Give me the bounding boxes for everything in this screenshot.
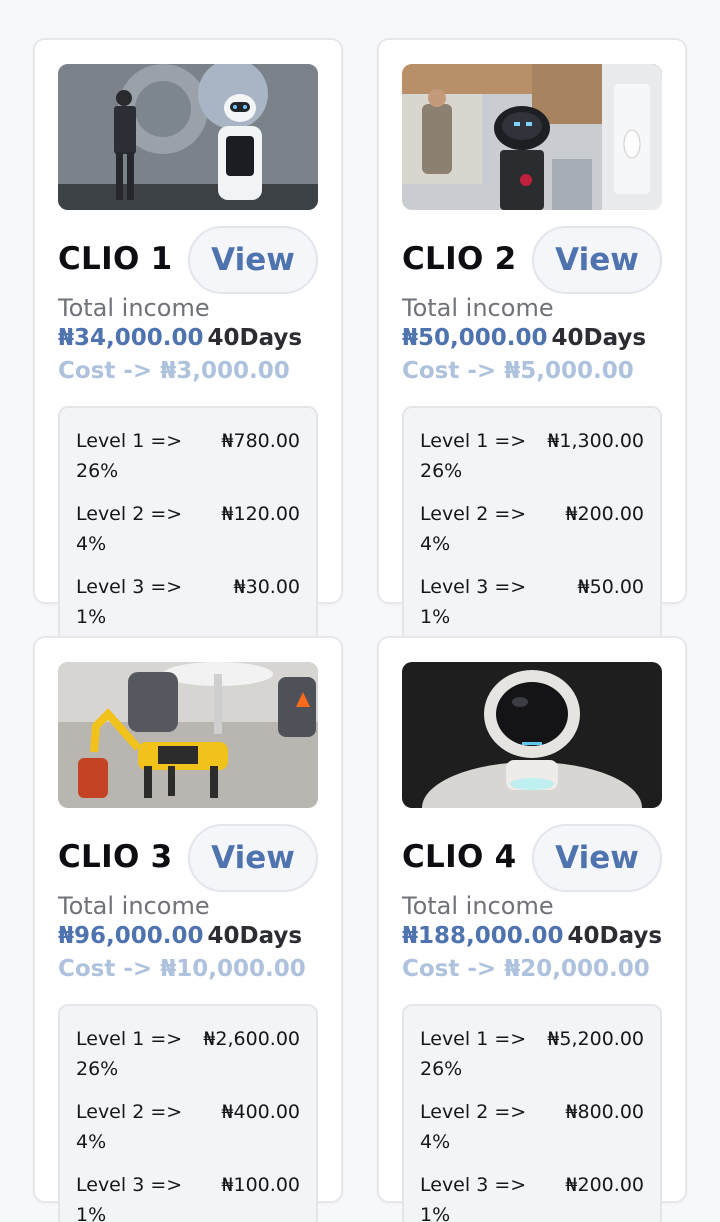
level-label: Level 3 => 1% bbox=[420, 1174, 527, 1222]
product-image bbox=[402, 662, 662, 808]
level-value: ₦100.00 bbox=[221, 1174, 300, 1196]
level-label: Level 1 => 26% bbox=[420, 1028, 527, 1080]
level-row: Level 3 => 1% ₦200.00 bbox=[420, 1170, 644, 1222]
income-line: ₦34,000.00 40Days bbox=[58, 325, 302, 351]
duration: 40Days bbox=[567, 923, 663, 949]
level-label: Level 3 => 1% bbox=[76, 576, 183, 628]
level-row: Level 3 => 1% ₦30.00 bbox=[76, 572, 300, 632]
view-button[interactable]: View bbox=[532, 824, 662, 892]
levels-box: Level 1 => 26% ₦780.00 Level 2 => 4% ₦12… bbox=[58, 406, 318, 648]
level-row: Level 2 => 4% ₦120.00 bbox=[76, 499, 300, 559]
cost-text: Cost -> ₦10,000.00 bbox=[58, 956, 306, 982]
speaker-robot-photo bbox=[58, 64, 318, 210]
income-line: ₦96,000.00 40Days bbox=[58, 923, 302, 949]
duration: 40Days bbox=[207, 923, 303, 949]
level-value: ₦30.00 bbox=[233, 576, 300, 598]
level-value: ₦1,300.00 bbox=[547, 430, 644, 452]
total-income-label: Total income bbox=[402, 892, 554, 920]
product-image bbox=[58, 64, 318, 210]
level-label: Level 2 => 4% bbox=[420, 1101, 527, 1153]
level-row: Level 3 => 1% ₦100.00 bbox=[76, 1170, 300, 1222]
product-image bbox=[58, 662, 318, 808]
level-label: Level 2 => 4% bbox=[76, 503, 183, 555]
product-name: CLIO 4 bbox=[402, 839, 517, 875]
level-label: Level 2 => 4% bbox=[420, 503, 527, 555]
total-income-label: Total income bbox=[402, 294, 554, 322]
product-name: CLIO 3 bbox=[58, 839, 173, 875]
income-amount: ₦34,000.00 bbox=[58, 325, 204, 351]
level-label: Level 1 => 26% bbox=[420, 430, 527, 482]
product-card: CLIO 4 View Total income ₦188,000.00 40Da… bbox=[377, 636, 687, 1222]
level-row: Level 2 => 4% ₦400.00 bbox=[76, 1097, 300, 1157]
income-line: ₦50,000.00 40Days bbox=[402, 325, 646, 351]
level-row: Level 3 => 1% ₦50.00 bbox=[420, 572, 644, 632]
level-row: Level 1 => 26% ₦5,200.00 bbox=[420, 1024, 644, 1084]
level-value: ₦200.00 bbox=[565, 503, 644, 525]
level-value: ₦5,200.00 bbox=[547, 1028, 644, 1050]
level-value: ₦50.00 bbox=[577, 576, 644, 598]
level-row: Level 1 => 26% ₦2,600.00 bbox=[76, 1024, 300, 1084]
cost-text: Cost -> ₦20,000.00 bbox=[402, 956, 650, 982]
total-income-label: Total income bbox=[58, 892, 210, 920]
income-amount: ₦50,000.00 bbox=[402, 325, 548, 351]
level-row: Level 1 => 26% ₦1,300.00 bbox=[420, 426, 644, 486]
humanoid-robot-photo bbox=[402, 662, 662, 808]
income-amount: ₦96,000.00 bbox=[58, 923, 204, 949]
level-value: ₦800.00 bbox=[565, 1101, 644, 1123]
total-income-label: Total income bbox=[58, 294, 210, 322]
level-row: Level 1 => 26% ₦780.00 bbox=[76, 426, 300, 486]
level-label: Level 3 => 1% bbox=[420, 576, 527, 628]
expo-robot-photo bbox=[402, 64, 662, 210]
level-value: ₦2,600.00 bbox=[203, 1028, 300, 1050]
product-name: CLIO 2 bbox=[402, 241, 517, 277]
level-row: Level 2 => 4% ₦800.00 bbox=[420, 1097, 644, 1157]
robot-dog-photo bbox=[58, 662, 318, 808]
cost-text: Cost -> ₦3,000.00 bbox=[58, 358, 290, 384]
level-label: Level 1 => 26% bbox=[76, 430, 183, 482]
product-image bbox=[402, 64, 662, 210]
income-amount: ₦188,000.00 bbox=[402, 923, 564, 949]
level-value: ₦780.00 bbox=[221, 430, 300, 452]
product-card: CLIO 3 View Total income ₦96,000.00 40Day… bbox=[33, 636, 343, 1222]
level-label: Level 1 => 26% bbox=[76, 1028, 183, 1080]
cost-text: Cost -> ₦5,000.00 bbox=[402, 358, 634, 384]
duration: 40Days bbox=[551, 325, 647, 351]
view-button[interactable]: View bbox=[188, 824, 318, 892]
product-card: CLIO 1 View Total income ₦34,000.00 40Day… bbox=[33, 38, 343, 648]
levels-box: Level 1 => 26% ₦1,300.00 Level 2 => 4% ₦… bbox=[402, 406, 662, 648]
duration: 40Days bbox=[207, 325, 303, 351]
level-value: ₦200.00 bbox=[565, 1174, 644, 1196]
level-value: ₦400.00 bbox=[221, 1101, 300, 1123]
product-name: CLIO 1 bbox=[58, 241, 173, 277]
level-row: Level 2 => 4% ₦200.00 bbox=[420, 499, 644, 559]
income-line: ₦188,000.00 40Days bbox=[402, 923, 662, 949]
level-value: ₦120.00 bbox=[221, 503, 300, 525]
levels-box: Level 1 => 26% ₦2,600.00 Level 2 => 4% ₦… bbox=[58, 1004, 318, 1222]
product-card: CLIO 2 View Total income ₦50,000.00 40Day… bbox=[377, 38, 687, 648]
level-label: Level 3 => 1% bbox=[76, 1174, 183, 1222]
levels-box: Level 1 => 26% ₦5,200.00 Level 2 => 4% ₦… bbox=[402, 1004, 662, 1222]
view-button[interactable]: View bbox=[188, 226, 318, 294]
level-label: Level 2 => 4% bbox=[76, 1101, 183, 1153]
view-button[interactable]: View bbox=[532, 226, 662, 294]
